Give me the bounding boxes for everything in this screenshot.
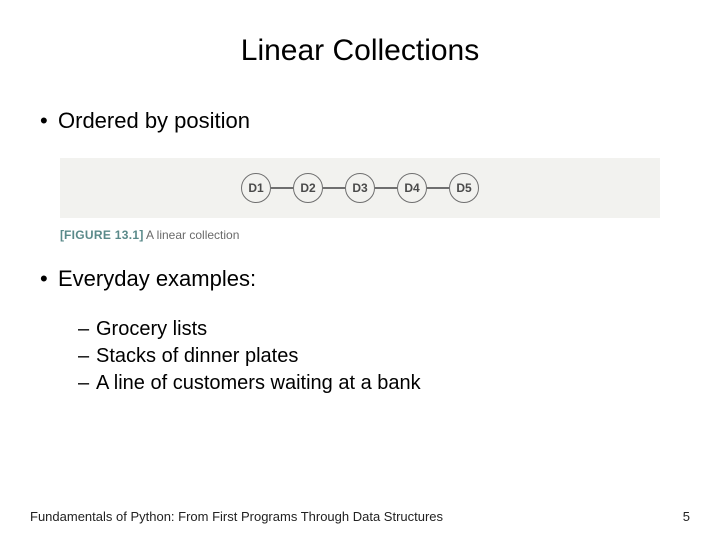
figure-caption-text: A linear collection [146,228,239,242]
figure-area: D1 D2 D3 D4 D5 [FIGURE 13.1] A linear co… [60,158,660,242]
subbullet-plates-text: Stacks of dinner plates [96,345,298,367]
node-d4: D4 [397,173,427,203]
subbullet-grocery: –Grocery lists [78,316,690,343]
node-d3-label: D3 [345,173,375,203]
node-d5: D5 [449,173,479,203]
bullet-dash-icon: – [78,316,96,343]
link-icon [323,187,345,189]
slide-title: Linear Collections [30,34,690,68]
node-d1-label: D1 [241,173,271,203]
link-icon [375,187,397,189]
subbullet-bank-text: A line of customers waiting at a bank [96,372,421,394]
link-icon [427,187,449,189]
node-d2: D2 [293,173,323,203]
bullet-dot-icon: • [40,108,58,134]
slide: Linear Collections •Ordered by position … [0,0,720,540]
figure-caption: [FIGURE 13.1] A linear collection [60,228,660,242]
bullet-ordered-text: Ordered by position [58,108,250,133]
node-d1: D1 [241,173,271,203]
node-d2-label: D2 [293,173,323,203]
bullet-examples: •Everyday examples: [40,266,690,292]
bullet-dot-icon: • [40,266,58,292]
bullet-dash-icon: – [78,370,96,397]
link-icon [271,187,293,189]
node-d3: D3 [345,173,375,203]
bullet-ordered: •Ordered by position [40,108,690,134]
bracket-close-icon: ] [139,228,143,242]
footer: Fundamentals of Python: From First Progr… [30,509,690,524]
subbullet-bank: –A line of customers waiting at a bank [78,370,690,397]
figure-strip: D1 D2 D3 D4 D5 [60,158,660,218]
subbullet-plates: –Stacks of dinner plates [78,343,690,370]
node-d5-label: D5 [449,173,479,203]
page-number: 5 [683,509,690,524]
bullet-dash-icon: – [78,343,96,370]
subbullet-grocery-text: Grocery lists [96,318,207,340]
bullet-examples-text: Everyday examples: [58,266,256,291]
figure-label: FIGURE 13.1 [64,228,139,242]
footer-text: Fundamentals of Python: From First Progr… [30,509,443,524]
node-d4-label: D4 [397,173,427,203]
